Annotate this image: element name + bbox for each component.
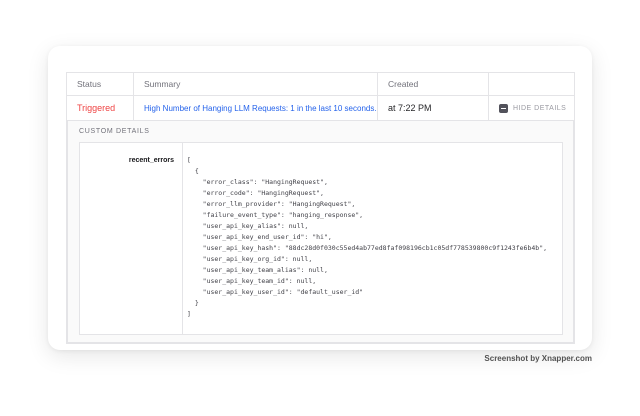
status-cell: Triggered [67, 96, 134, 120]
recent-errors-json: [ { "error_class": "HangingRequest", "er… [183, 143, 562, 320]
details-value-column: [ { "error_class": "HangingRequest", "er… [183, 143, 562, 334]
watermark-text: Screenshot by Xnapper.com [484, 354, 592, 363]
details-key-column: recent_errors [80, 143, 183, 334]
column-header-created: Created [378, 73, 489, 95]
alert-summary-link[interactable]: High Number of Hanging LLM Requests: 1 i… [144, 104, 377, 113]
column-header-summary: Summary [134, 73, 378, 95]
table-header-row: Status Summary Created [67, 73, 574, 96]
status-badge: Triggered [77, 103, 115, 113]
details-key-label: recent_errors [129, 157, 174, 164]
collapse-minus-icon [499, 104, 508, 113]
table-row: Triggered High Number of Hanging LLM Req… [67, 96, 574, 121]
custom-details-heading: CUSTOM DETAILS [79, 128, 563, 135]
alert-card: Status Summary Created Triggered High Nu… [48, 46, 592, 350]
actions-cell: HIDE DETAILS [489, 96, 574, 120]
hide-details-button[interactable]: HIDE DETAILS [499, 104, 566, 113]
summary-cell: High Number of Hanging LLM Requests: 1 i… [134, 96, 378, 120]
alerts-table: Status Summary Created Triggered High Nu… [66, 72, 575, 344]
custom-details-panel: CUSTOM DETAILS recent_errors [ { "error_… [67, 121, 574, 343]
column-header-actions [489, 73, 574, 95]
hide-details-label: HIDE DETAILS [513, 105, 566, 112]
details-box: recent_errors [ { "error_class": "Hangin… [79, 142, 563, 335]
created-timestamp: at 7:22 PM [388, 103, 432, 113]
created-cell: at 7:22 PM [378, 96, 489, 120]
column-header-status: Status [67, 73, 134, 95]
